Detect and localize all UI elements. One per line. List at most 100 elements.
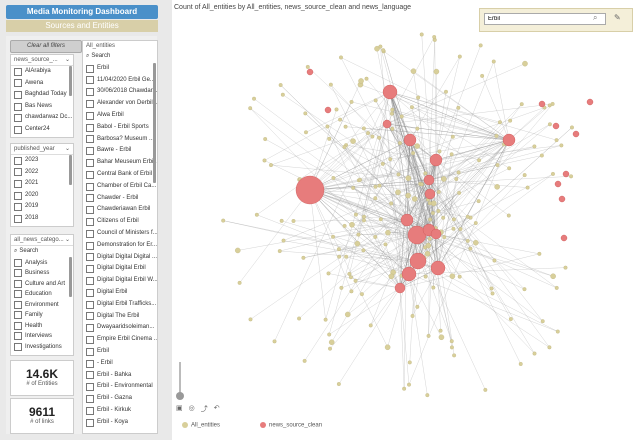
entity-node[interactable] [262,158,267,163]
entity-node[interactable] [362,214,366,219]
source-node[interactable] [306,68,314,76]
checkbox[interactable] [14,290,22,299]
entity-node[interactable] [428,217,433,222]
checkbox[interactable] [86,288,94,297]
checkbox[interactable] [86,206,94,215]
entity-node[interactable] [326,271,331,276]
slicer-item[interactable]: Citizens of Erbil [83,216,157,228]
entity-node[interactable] [452,353,457,358]
checkbox[interactable] [14,203,22,212]
slicer-item[interactable]: Chawderiawan Erbil [83,204,157,216]
slicer-item[interactable]: Central Bank of Erbil [83,169,157,181]
entity-node[interactable] [338,117,343,122]
entity-node[interactable] [473,221,478,225]
entity-node[interactable] [519,102,524,107]
entity-node[interactable] [278,83,283,88]
entity-node[interactable] [551,171,555,176]
slicer-item[interactable]: AlArabiya [11,66,73,78]
entity-node[interactable] [405,192,411,199]
entity-node[interactable] [389,201,394,206]
checkbox[interactable] [86,123,94,132]
checkbox[interactable] [14,311,22,320]
entity-node[interactable] [423,274,428,279]
entity-node[interactable] [480,73,485,78]
entity-node[interactable] [402,386,407,391]
entity-node[interactable] [426,333,431,338]
source-node[interactable] [430,260,446,276]
entity-node[interactable] [569,174,574,179]
entity-node[interactable] [279,218,284,223]
entity-node[interactable] [494,184,500,190]
entity-node[interactable] [361,248,366,253]
entity-node[interactable] [491,59,496,64]
checkbox[interactable] [86,182,94,191]
entity-node[interactable] [248,317,253,322]
entity-node[interactable] [373,98,378,103]
slicer-item[interactable]: 2021 [11,178,73,190]
entity-node[interactable] [441,215,446,220]
entity-node[interactable] [237,280,242,285]
slicer-item[interactable]: Digital The Erbil [83,311,157,323]
entity-node[interactable] [349,221,355,228]
slicer-item[interactable]: Babol - Erbil Sports [83,122,157,134]
entity-node[interactable] [478,43,483,48]
entity-node[interactable] [415,126,420,131]
checkbox[interactable] [14,90,22,99]
slicer-item[interactable]: 2022 [11,167,73,179]
entity-node[interactable] [522,287,527,292]
news-source-scrollbar[interactable] [69,66,72,96]
entity-node[interactable] [358,78,364,84]
checkbox[interactable] [14,67,22,76]
entity-node[interactable] [331,234,335,239]
entity-node[interactable] [532,144,537,149]
slicer-item[interactable]: Empire Erbil Cinema ... [83,334,157,346]
entity-node[interactable] [304,130,308,135]
entity-node[interactable] [361,126,366,131]
entity-node[interactable] [458,227,463,232]
slicer-item[interactable]: Erbil - Koya [83,417,157,429]
clear-filters-button[interactable]: Clear all filters [10,40,82,53]
entity-node[interactable] [353,278,358,283]
image-icon[interactable]: ▣ [176,404,183,414]
checkbox[interactable] [14,114,22,123]
category-search[interactable]: ⌕ Search [11,246,73,258]
graph-nodes[interactable] [221,32,594,398]
slicer-item[interactable]: Demonstration for Er... [83,240,157,252]
entity-node[interactable] [451,226,456,231]
published-year-header[interactable]: published_year ⌄ [11,144,73,155]
entity-node[interactable] [398,141,402,146]
source-node[interactable] [324,106,332,114]
checkbox[interactable] [14,79,22,88]
checkbox[interactable] [14,102,22,111]
source-node[interactable] [409,252,427,270]
entity-node[interactable] [390,107,395,112]
checkbox[interactable] [86,347,94,356]
source-node[interactable] [403,133,417,147]
checkbox[interactable] [14,214,22,223]
entity-node[interactable] [377,135,382,140]
published-year-scrollbar[interactable] [69,155,72,185]
slicer-item[interactable]: 11/04/2020 Erbil Ge... [83,75,157,87]
entity-node[interactable] [291,219,296,223]
entity-node[interactable] [427,236,432,241]
entity-node[interactable] [450,134,455,139]
source-node[interactable] [382,119,392,129]
entity-node[interactable] [430,200,437,207]
entity-node[interactable] [407,360,412,365]
entity-node[interactable] [570,125,574,130]
entity-node[interactable] [357,177,362,182]
entity-node[interactable] [349,99,354,104]
entity-node[interactable] [331,176,336,180]
entity-node[interactable] [354,240,361,247]
source-node[interactable] [560,234,568,242]
zoom-fit-icon[interactable]: ◎ [189,404,195,414]
slicer-item[interactable]: 2019 [11,201,73,213]
entity-node[interactable] [407,382,411,387]
entity-node[interactable] [537,251,542,256]
slicer-item[interactable]: Education [11,289,73,300]
slicer-item[interactable]: Awena [11,78,73,90]
checkbox[interactable] [86,395,94,403]
chevron-down-icon[interactable]: ⌄ [65,235,70,245]
source-node[interactable] [295,175,325,205]
checkbox[interactable] [86,88,94,97]
